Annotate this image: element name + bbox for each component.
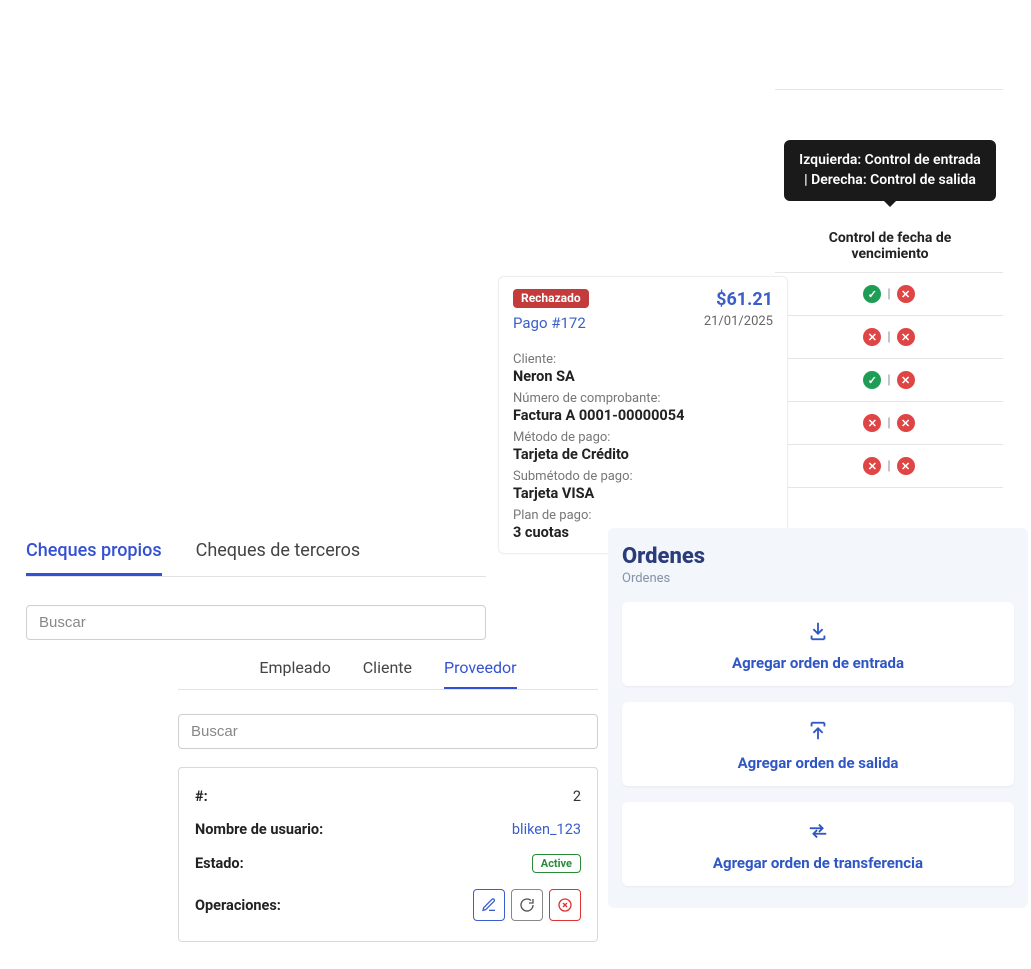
cross-icon: ✕	[863, 457, 881, 475]
cheques-search-input[interactable]	[26, 605, 486, 640]
payment-card: Rechazado Pago #172 $61.21 21/01/2025 Cl…	[498, 276, 788, 554]
cross-icon: ✕	[897, 285, 915, 303]
tab-proveedor[interactable]: Proveedor	[444, 658, 517, 689]
order-out-label: Agregar orden de salida	[632, 754, 1004, 772]
edit-button[interactable]	[473, 889, 505, 921]
client-value: Neron SA	[513, 368, 773, 385]
add-order-transfer-button[interactable]: Agregar orden de transferencia	[622, 802, 1014, 886]
expiry-row: ✓ | ✕	[775, 359, 1003, 402]
orders-panel: Ordenes Ordenes Agregar orden de entrada…	[608, 528, 1028, 908]
cross-icon: ✕	[897, 328, 915, 346]
state-badge: Active	[532, 854, 581, 873]
order-in-label: Agregar orden de entrada	[632, 654, 1004, 672]
payment-date: 21/01/2025	[704, 314, 773, 329]
client-label: Cliente:	[513, 352, 773, 367]
expiry-tooltip: Izquierda: Control de entrada | Derecha:…	[784, 140, 996, 201]
cross-icon: ✕	[897, 457, 915, 475]
refresh-button[interactable]	[511, 889, 543, 921]
receipt-label: Número de comprobante:	[513, 391, 773, 406]
entity-search-input[interactable]	[178, 714, 598, 749]
method-value: Tarjeta de Crédito	[513, 446, 773, 463]
delete-button[interactable]	[549, 889, 581, 921]
cross-icon: ✕	[897, 414, 915, 432]
tab-empleado[interactable]: Empleado	[259, 658, 330, 689]
separator: |	[887, 330, 890, 345]
submethod-value: Tarjeta VISA	[513, 485, 773, 502]
upload-icon	[807, 720, 829, 742]
expiry-rows-container: ✓ | ✕ ✕ | ✕ ✓ | ✕ ✕ | ✕ ✕ | ✕	[775, 272, 1003, 488]
expiry-row: ✓ | ✕	[775, 272, 1003, 316]
check-icon: ✓	[863, 285, 881, 303]
method-label: Método de pago:	[513, 430, 773, 445]
download-icon	[807, 620, 829, 642]
tab-cheques-propios[interactable]: Cheques propios	[26, 540, 162, 576]
submethod-label: Submétodo de pago:	[513, 469, 773, 484]
orders-subtitle: Ordenes	[622, 571, 1014, 586]
status-badge: Rechazado	[513, 289, 589, 308]
username-label: Nombre de usuario:	[195, 821, 323, 838]
add-order-out-button[interactable]: Agregar orden de salida	[622, 702, 1014, 786]
transfer-icon	[807, 820, 829, 842]
orders-title: Ordenes	[622, 544, 1014, 569]
entity-detail-card: #: 2 Nombre de usuario: bliken_123 Estad…	[178, 767, 598, 942]
tab-cliente[interactable]: Cliente	[363, 658, 412, 689]
order-transfer-label: Agregar orden de transferencia	[632, 854, 1004, 872]
expiry-row: ✕ | ✕	[775, 316, 1003, 359]
username-value[interactable]: bliken_123	[512, 821, 581, 838]
ops-label: Operaciones:	[195, 897, 281, 914]
receipt-value: Factura A 0001-00000054	[513, 407, 773, 424]
cheques-tabs: Cheques propios Cheques de terceros	[26, 540, 486, 577]
expiry-row: ✕ | ✕	[775, 402, 1003, 445]
add-order-in-button[interactable]: Agregar orden de entrada	[622, 602, 1014, 686]
check-icon: ✓	[863, 371, 881, 389]
cross-icon: ✕	[863, 414, 881, 432]
tab-cheques-terceros[interactable]: Cheques de terceros	[196, 540, 361, 576]
state-label: Estado:	[195, 855, 244, 872]
entity-tabs: Empleado Cliente Proveedor	[178, 658, 598, 690]
separator: |	[887, 459, 890, 474]
id-label: #:	[195, 788, 208, 805]
plan-label: Plan de pago:	[513, 508, 773, 523]
cross-icon: ✕	[897, 371, 915, 389]
separator: |	[887, 373, 890, 388]
expiry-row: ✕ | ✕	[775, 445, 1003, 488]
separator: |	[887, 416, 890, 431]
cross-icon: ✕	[863, 328, 881, 346]
payment-amount: $61.21	[716, 289, 773, 310]
separator: |	[887, 287, 890, 302]
id-value: 2	[573, 788, 581, 805]
expiry-header: Control de fecha de vencimiento	[800, 230, 980, 262]
payment-link[interactable]: Pago #172	[513, 314, 586, 332]
